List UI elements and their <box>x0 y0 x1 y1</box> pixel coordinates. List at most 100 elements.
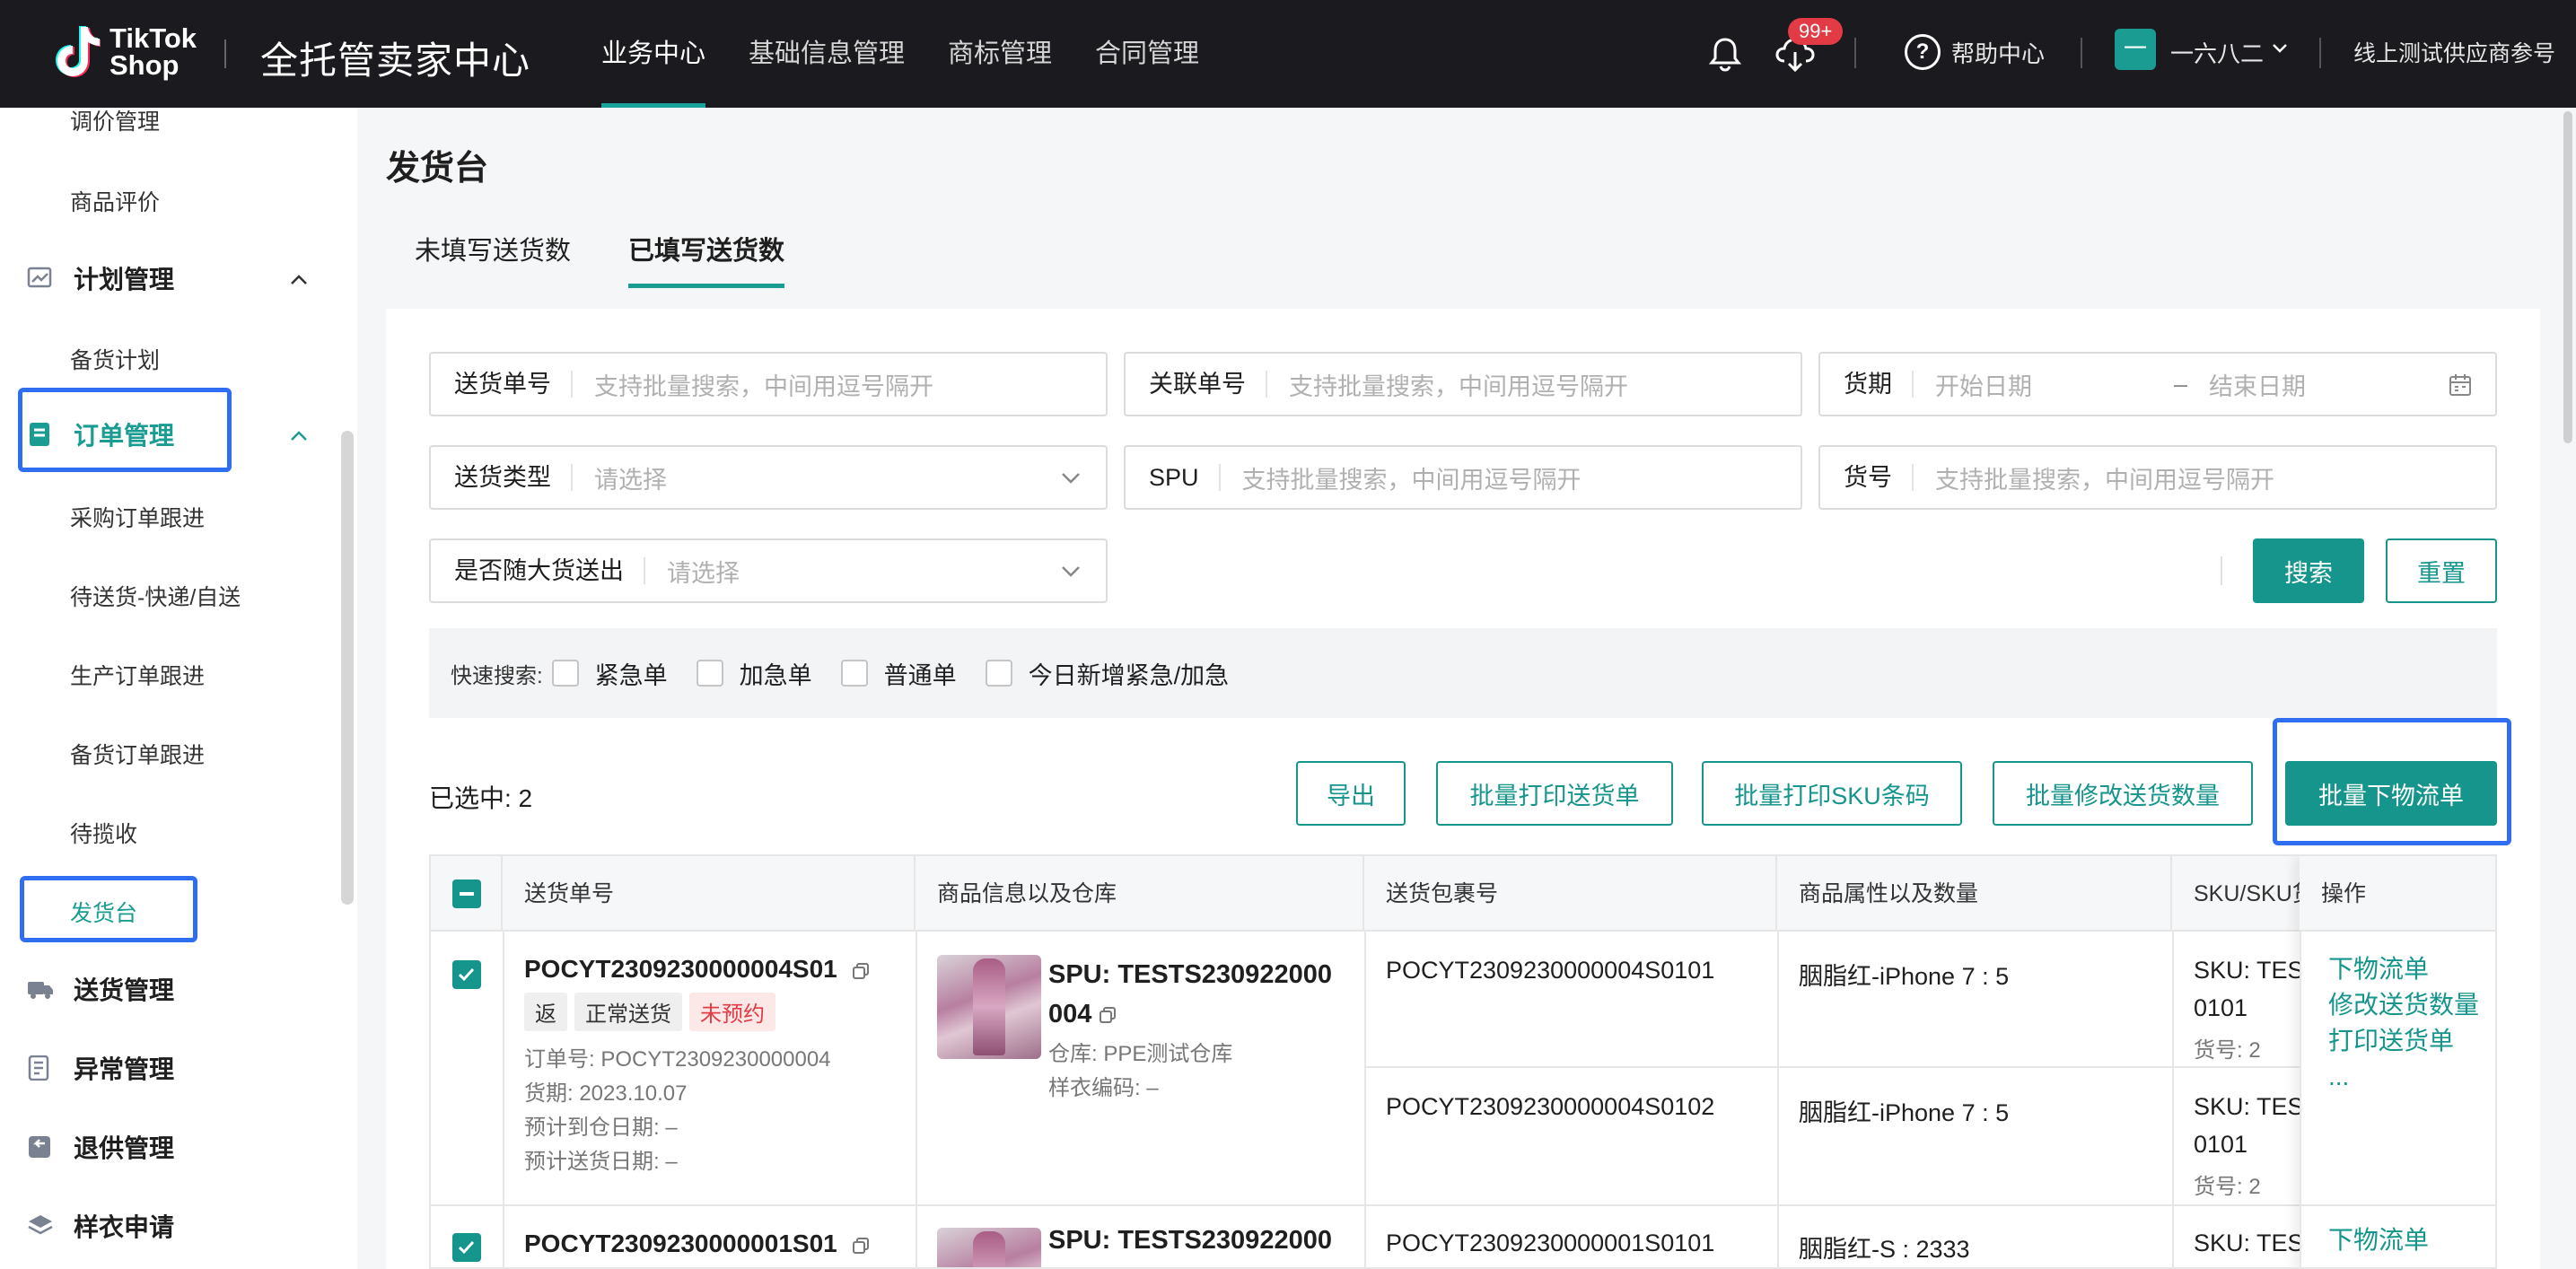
order-icon <box>30 423 49 446</box>
spu-code-cont: 004 <box>1048 1000 1092 1028</box>
sidebar-item-production-orders[interactable]: 生产订单跟进 <box>70 659 205 691</box>
item-no-input[interactable]: 支持批量搜索，中间用逗号隔开 <box>1914 460 2495 495</box>
tiktok-shop-logo[interactable]: TikTok Shop <box>54 23 197 81</box>
delivery-no: POCYT2309230000004S01 <box>524 955 837 983</box>
item-no-field[interactable]: 货号 支持批量搜索，中间用逗号隔开 <box>1818 445 2497 510</box>
with-bulk-value[interactable]: 请选择 <box>645 554 1106 589</box>
quick-filter-urgent[interactable]: 紧急单 <box>551 656 668 691</box>
chevron-up-icon[interactable] <box>289 429 309 442</box>
delivery-no: POCYT2309230000001S01 <box>524 1230 837 1257</box>
field-label: SPU <box>1126 464 1221 491</box>
copy-icon[interactable] <box>852 962 870 980</box>
checkbox[interactable] <box>985 660 1012 687</box>
checkbox[interactable] <box>696 660 723 687</box>
related-no-input[interactable]: 支持批量搜索，中间用逗号隔开 <box>1267 367 1801 402</box>
nav-trademark[interactable]: 商标管理 <box>948 0 1052 108</box>
column-header: 商品属性以及数量 <box>1777 856 2172 932</box>
sidebar-group-samples[interactable]: 样衣申请 <box>27 1208 174 1244</box>
delivery-type-value[interactable]: 请选择 <box>573 460 1106 495</box>
sidebar-group-exceptions[interactable]: 异常管理 <box>27 1050 174 1086</box>
nav-basic-info[interactable]: 基础信息管理 <box>749 0 905 108</box>
product-thumbnail[interactable] <box>937 1228 1041 1267</box>
select-all-checkbox[interactable] <box>452 880 481 908</box>
sidebar-item-stock-orders[interactable]: 备货订单跟进 <box>70 738 205 770</box>
user-name[interactable]: 一六八二 <box>2170 36 2264 69</box>
selected-count: 已选中: 2 <box>429 784 533 812</box>
copy-icon[interactable] <box>852 1237 870 1255</box>
sidebar-group-orders[interactable]: 订单管理 <box>27 416 174 452</box>
shipping-table: 送货单号 商品信息以及仓库 送货包裹号 商品属性以及数量 SKU/SKU货号 P… <box>429 854 2497 1269</box>
edit-qty-link[interactable]: 修改送货数量 <box>2328 987 2479 1023</box>
page-scrollbar[interactable] <box>2563 111 2572 443</box>
sidebar-group-delivery[interactable]: 送货管理 <box>27 971 174 1007</box>
related-no-field[interactable]: 关联单号 支持批量搜索，中间用逗号隔开 <box>1124 352 1802 416</box>
sidebar-item-pending-delivery[interactable]: 待送货-快递/自送 <box>70 580 241 612</box>
bell-icon[interactable] <box>1705 34 1745 74</box>
nav-business-center[interactable]: 业务中心 <box>601 0 706 108</box>
create-logistics-link[interactable]: 下物流单 <box>2328 951 2479 987</box>
nav-contract[interactable]: 合同管理 <box>1095 0 1199 108</box>
sidebar-item-price-adjust[interactable]: 调价管理 <box>70 108 160 136</box>
tab-filled[interactable]: 已填写送货数 <box>628 230 785 288</box>
help-icon[interactable]: ? <box>1905 34 1941 70</box>
sidebar-group-returns[interactable]: 退供管理 <box>27 1129 174 1165</box>
more-actions-link[interactable]: ... <box>2328 1059 2479 1095</box>
calendar-icon[interactable] <box>2449 373 2472 397</box>
quick-filter-normal[interactable]: 普通单 <box>840 656 957 691</box>
sidebar-item-pending-pickup[interactable]: 待揽收 <box>70 817 137 849</box>
status-tag: 正常送货 <box>574 993 682 1031</box>
delivery-no-field[interactable]: 送货单号 支持批量搜索，中间用逗号隔开 <box>429 352 1108 416</box>
quick-filter-label: 加急单 <box>739 661 812 689</box>
supplier-name[interactable]: 线上测试供应商参号 <box>2353 36 2555 68</box>
field-label: 送货类型 <box>431 464 573 491</box>
export-button[interactable]: 导出 <box>1296 761 1406 826</box>
print-slip-link[interactable]: 打印送货单 <box>2328 1023 2479 1059</box>
package-no: POCYT2309230000004S0102 <box>1386 1093 1715 1120</box>
field-label: 是否随大货送出 <box>431 557 645 584</box>
sidebar-scrollbar[interactable] <box>341 431 354 905</box>
button-separator <box>2221 556 2222 585</box>
batch-edit-qty-button[interactable]: 批量修改送货数量 <box>1993 761 2253 826</box>
sidebar-item-stock-plan[interactable]: 备货计划 <box>70 343 160 375</box>
help-center-link[interactable]: 帮助中心 <box>1951 36 2045 69</box>
warehouse: 仓库: PPE测试仓库 <box>1048 1042 1233 1066</box>
range-separator: – <box>2174 370 2188 398</box>
create-logistics-link[interactable]: 下物流单 <box>2328 1222 2429 1258</box>
sidebar-item-shipping-desk[interactable]: 发货台 <box>70 896 137 928</box>
avatar[interactable]: 一 <box>2115 29 2156 70</box>
spu-input[interactable]: 支持批量搜索，中间用逗号隔开 <box>1221 460 1801 495</box>
copy-icon[interactable] <box>1099 1006 1117 1024</box>
quick-filter-expedited[interactable]: 加急单 <box>696 656 812 691</box>
quick-filter-label: 紧急单 <box>594 661 668 689</box>
period-start-input[interactable]: 开始日期 <box>1914 367 2156 402</box>
sidebar-group-label: 异常管理 <box>74 1055 175 1083</box>
delivery-no-input[interactable]: 支持批量搜索，中间用逗号隔开 <box>573 367 1106 402</box>
chevron-down-icon[interactable] <box>2271 39 2289 57</box>
sidebar-group-label: 订单管理 <box>74 422 175 450</box>
checkbox[interactable] <box>551 660 579 687</box>
item-no: 货号: 2 <box>2194 1038 2261 1063</box>
chevron-up-icon[interactable] <box>289 273 309 285</box>
period-range-field[interactable]: 货期 开始日期 – 结束日期 <box>1818 352 2497 416</box>
with-bulk-select[interactable]: 是否随大货送出 请选择 <box>429 538 1108 603</box>
table-header: 送货单号 商品信息以及仓库 送货包裹号 商品属性以及数量 SKU/SKU货号 <box>431 856 2495 932</box>
product-thumbnail[interactable] <box>937 955 1041 1059</box>
search-button[interactable]: 搜索 <box>2253 538 2364 603</box>
row-checkbox[interactable] <box>452 1233 481 1262</box>
row-checkbox[interactable] <box>452 960 481 989</box>
sidebar-item-reviews[interactable]: 商品评价 <box>70 185 160 217</box>
reset-button[interactable]: 重置 <box>2386 538 2497 603</box>
sidebar-group-plan[interactable]: 计划管理 <box>27 260 174 296</box>
sidebar: 调价管理 商品评价 计划管理 备货计划 订单管理 采购订单跟进 待送货-快递/自… <box>0 108 357 1269</box>
batch-logistics-button[interactable]: 批量下物流单 <box>2285 761 2497 826</box>
spu-field[interactable]: SPU 支持批量搜索，中间用逗号隔开 <box>1124 445 1802 510</box>
delivery-type-select[interactable]: 送货类型 请选择 <box>429 445 1108 510</box>
batch-print-sku-button[interactable]: 批量打印SKU条码 <box>1702 761 1962 826</box>
quick-filter-today-new[interactable]: 今日新增紧急/加急 <box>985 656 1229 691</box>
column-header: 商品信息以及仓库 <box>916 856 1364 932</box>
checkbox[interactable] <box>840 660 868 687</box>
sidebar-item-purchase-orders[interactable]: 采购订单跟进 <box>70 501 205 533</box>
sku-code: SKU: TES <box>2194 1230 2304 1256</box>
batch-print-slip-button[interactable]: 批量打印送货单 <box>1436 761 1673 826</box>
tab-unfilled[interactable]: 未填写送货数 <box>415 230 571 288</box>
